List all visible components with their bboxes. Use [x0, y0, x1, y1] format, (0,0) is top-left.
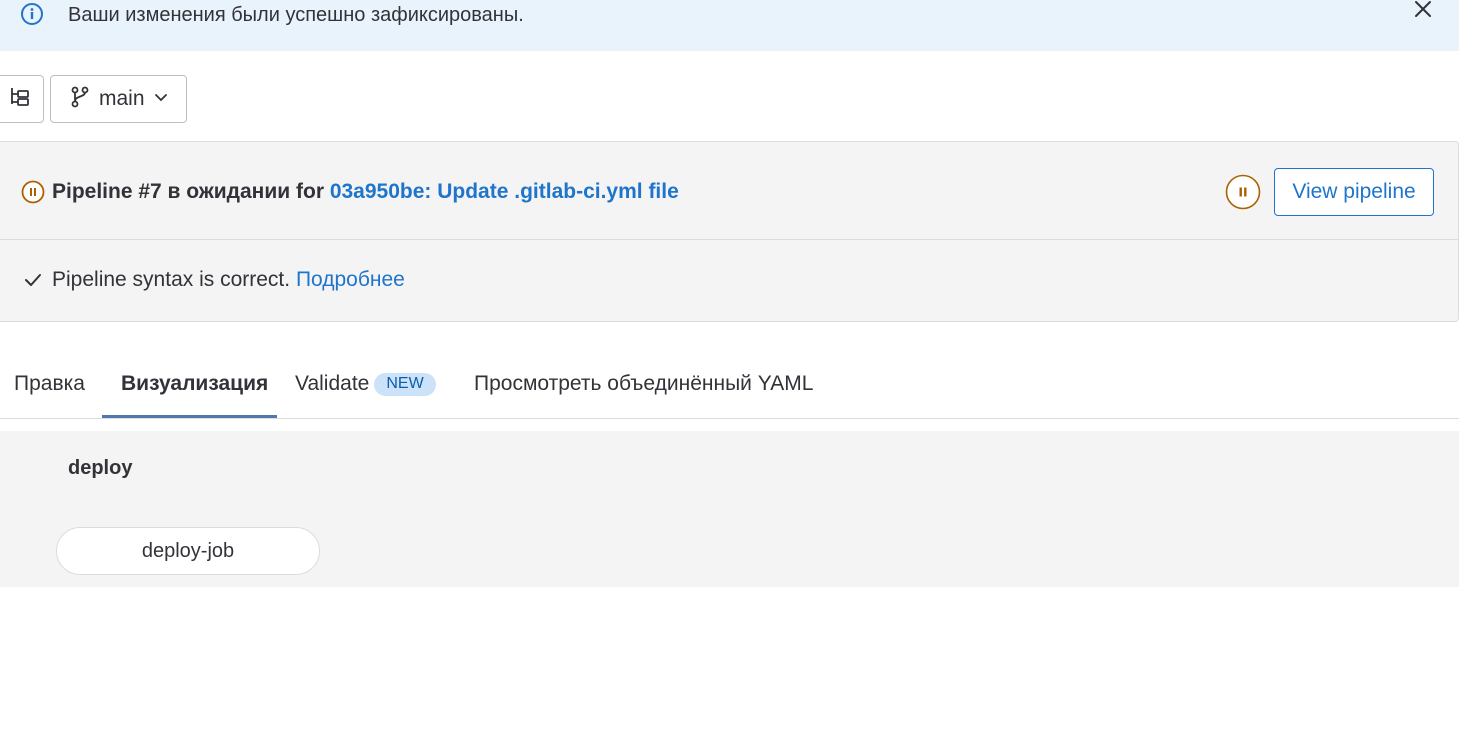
status-paused-icon[interactable] [21, 180, 45, 204]
close-icon[interactable] [1411, 0, 1435, 22]
new-badge: NEW [374, 372, 436, 396]
tab-validate-label: Validate [295, 372, 370, 395]
success-alert: Ваши изменения были успешно зафиксирован… [0, 0, 1459, 51]
stage-title: deploy [68, 457, 133, 479]
pipeline-graph: deploy deploy-job [0, 431, 1459, 587]
file-tree-toggle-button[interactable] [0, 75, 44, 123]
pipeline-prefix: Pipeline #7 в ожидании for [52, 180, 330, 203]
branch-icon [69, 85, 91, 114]
pipeline-status-text: Pipeline #7 в ожидании for 03a950be: Upd… [52, 180, 679, 204]
pipeline-summary-row: Pipeline #7 в ожидании for 03a950be: Upd… [0, 142, 1458, 240]
branch-selector-button[interactable]: main [50, 75, 187, 123]
tab-edit[interactable]: Правка [14, 350, 85, 418]
file-tree-icon [8, 85, 32, 114]
active-tab-indicator [102, 415, 277, 418]
pipeline-paused-badge-icon[interactable] [1225, 174, 1261, 210]
learn-more-link[interactable]: Подробнее [296, 268, 405, 291]
tab-visualize[interactable]: Визуализация [121, 350, 268, 418]
editor-tabs: Правка Визуализация Validate NEW Просмот… [0, 350, 1459, 419]
view-pipeline-button[interactable]: View pipeline [1274, 168, 1434, 216]
tab-validate[interactable]: Validate NEW [295, 350, 436, 418]
syntax-message-text: Pipeline syntax is correct. [52, 268, 296, 291]
check-icon [23, 270, 43, 290]
info-circle-icon [20, 2, 44, 26]
job-pill[interactable]: deploy-job [56, 527, 320, 575]
syntax-message: Pipeline syntax is correct. Подробнее [52, 268, 405, 292]
pipeline-status-panel: Pipeline #7 в ожидании for 03a950be: Upd… [0, 141, 1459, 322]
commit-link[interactable]: 03a950be: Update .gitlab-ci.yml file [330, 180, 679, 203]
chevron-down-icon [153, 89, 169, 110]
syntax-status-row: Pipeline syntax is correct. Подробнее [0, 240, 1458, 322]
branch-name: main [99, 87, 145, 110]
alert-message: Ваши изменения были успешно зафиксирован… [68, 4, 524, 26]
tab-merged-yaml[interactable]: Просмотреть объединённый YAML [474, 350, 813, 418]
